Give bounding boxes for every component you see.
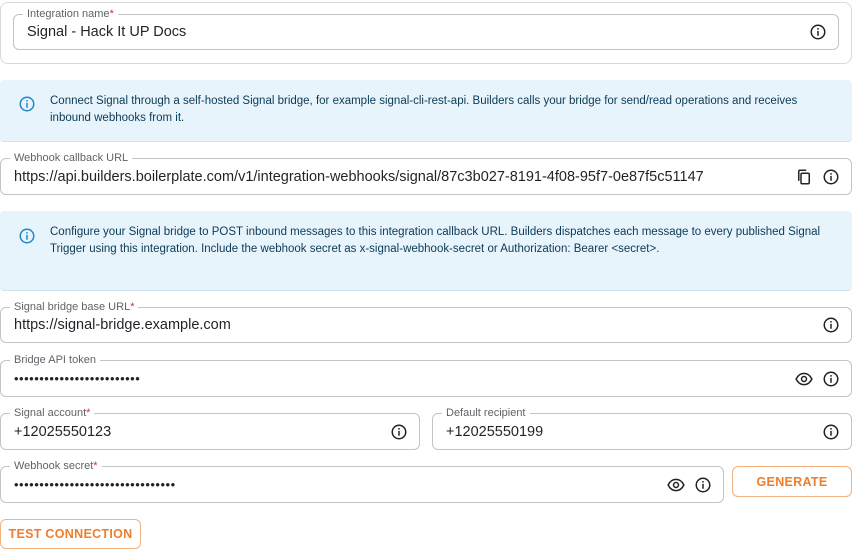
integration-name-input[interactable]: Signal - Hack It UP Docs [27, 15, 186, 49]
default-recipient-input[interactable]: +12025550199 [446, 414, 543, 449]
eye-icon[interactable] [795, 370, 813, 388]
default-recipient-field[interactable]: Default recipient +12025550199 [432, 406, 852, 450]
webhook-callback-field[interactable]: Webhook callback URL https://api.builder… [0, 151, 852, 195]
info-icon[interactable] [390, 423, 408, 441]
bridge-base-url-input[interactable]: https://signal-bridge.example.com [14, 308, 231, 342]
bridge-base-url-field[interactable]: Signal bridge base URL* https://signal-b… [0, 300, 852, 343]
copy-icon[interactable] [795, 168, 813, 186]
eye-icon[interactable] [667, 476, 685, 494]
info-icon [18, 95, 36, 113]
webhook-callback-input[interactable]: https://api.builders.boilerplate.com/v1/… [14, 159, 781, 194]
signal-account-field[interactable]: Signal account* +12025550123 [0, 406, 420, 450]
connect-info-alert: Connect Signal through a self-hosted Sig… [0, 80, 852, 142]
configure-info-text: Configure your Signal bridge to POST inb… [50, 226, 821, 255]
info-icon[interactable] [694, 476, 712, 494]
info-icon [18, 227, 36, 245]
signal-account-input[interactable]: +12025550123 [14, 414, 111, 449]
info-icon[interactable] [822, 370, 840, 388]
integration-name-field[interactable]: Integration name* Signal - Hack It UP Do… [13, 7, 839, 50]
bridge-api-token-input[interactable]: ••••••••••••••••••••••••• [14, 361, 140, 396]
info-icon[interactable] [822, 316, 840, 334]
configure-info-alert: Configure your Signal bridge to POST inb… [0, 211, 852, 291]
bridge-api-token-field[interactable]: Bridge API token •••••••••••••••••••••••… [0, 353, 852, 397]
test-connection-button[interactable]: TEST CONNECTION [0, 519, 141, 549]
info-icon[interactable] [822, 168, 840, 186]
webhook-secret-input[interactable]: •••••••••••••••••••••••••••••••• [14, 467, 176, 502]
info-icon[interactable] [809, 23, 827, 41]
generate-button[interactable]: GENERATE [732, 466, 852, 497]
webhook-secret-field[interactable]: Webhook secret* ••••••••••••••••••••••••… [0, 459, 724, 503]
info-icon[interactable] [822, 423, 840, 441]
connect-info-text: Connect Signal through a self-hosted Sig… [50, 95, 798, 124]
